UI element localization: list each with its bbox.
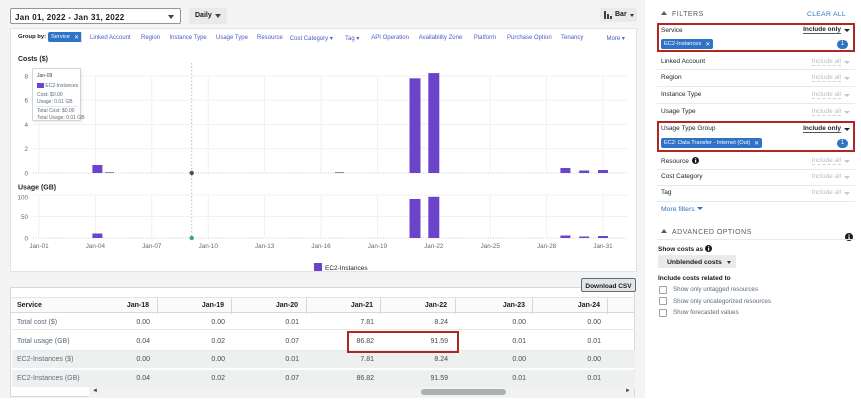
svg-text:50: 50: [21, 214, 29, 221]
svg-text:2: 2: [24, 146, 28, 153]
svg-text:0: 0: [24, 171, 28, 178]
svg-text:Jan-31: Jan-31: [593, 243, 613, 250]
svg-text:Jan-04: Jan-04: [86, 243, 106, 250]
svg-text:0: 0: [24, 236, 28, 243]
svg-text:Jan-22: Jan-22: [424, 243, 444, 250]
svg-text:Jan-28: Jan-28: [537, 243, 557, 250]
svg-text:4: 4: [24, 122, 28, 129]
svg-text:Jan-10: Jan-10: [199, 243, 219, 250]
svg-text:Costs ($): Costs ($): [18, 56, 48, 63]
svg-text:6: 6: [24, 98, 28, 105]
svg-text:Jan-25: Jan-25: [481, 243, 501, 250]
svg-text:Jan-13: Jan-13: [255, 243, 275, 250]
svg-text:Jan-19: Jan-19: [368, 243, 388, 250]
svg-text:8: 8: [24, 74, 28, 81]
svg-text:Usage (GB): Usage (GB): [18, 185, 56, 192]
svg-text:100: 100: [17, 195, 28, 202]
svg-text:Jan-01: Jan-01: [29, 243, 49, 250]
svg-text:EC2-Instances: EC2-Instances: [325, 265, 368, 272]
svg-text:Jan-16: Jan-16: [311, 243, 331, 250]
svg-text:Jan-07: Jan-07: [142, 243, 162, 250]
